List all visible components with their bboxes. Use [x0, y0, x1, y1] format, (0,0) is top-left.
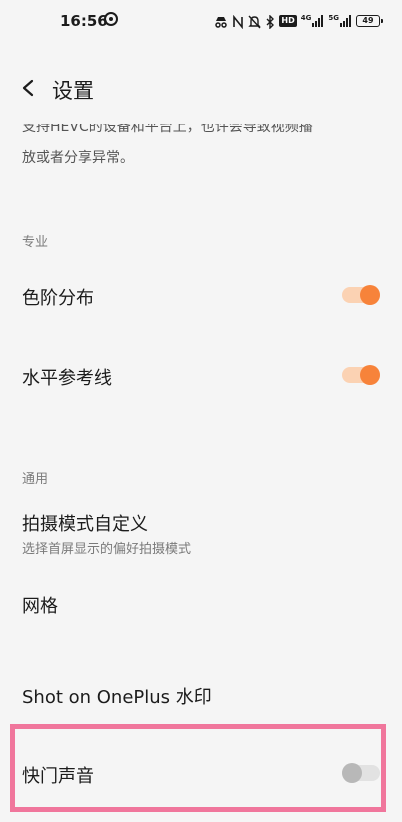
- page-title: 设置: [52, 79, 94, 103]
- description-line-1: 支持HEVC的设备和平台上，也许会导致视频播: [22, 124, 313, 135]
- top-app-bar: 设置: [0, 60, 402, 116]
- network-type-1: 4G: [300, 14, 312, 22]
- bluetooth-icon: [265, 14, 275, 30]
- histogram-toggle[interactable]: [342, 285, 380, 305]
- hevc-description: 支持HEVC的设备和平台上，也许会导致视频播 放或者分享异常。: [22, 124, 382, 170]
- battery-icon: 49: [356, 15, 383, 27]
- status-icons: HD 4G 5G 49: [214, 12, 383, 30]
- setting-title: 水平参考线: [22, 368, 112, 389]
- hd-voice-badge: HD: [279, 15, 297, 27]
- status-bar: 16:56 HD 4G 5G 49: [0, 0, 402, 44]
- mute-bell-icon: [248, 14, 262, 29]
- level-line-toggle[interactable]: [342, 365, 380, 385]
- status-time: 16:56: [60, 12, 108, 30]
- back-button[interactable]: [14, 74, 42, 102]
- signal-2-icon: 5G: [328, 15, 352, 27]
- description-line-2: 放或者分享异常。: [22, 150, 134, 166]
- setting-title: 网格: [22, 596, 58, 617]
- toggle-thumb: [360, 285, 380, 305]
- toggle-thumb: [360, 365, 380, 385]
- setting-subtitle: 选择首屏显示的偏好拍摄模式: [22, 542, 192, 557]
- highlight-overlay: [10, 724, 386, 812]
- setting-title: Shot on OnePlus 水印: [22, 687, 212, 708]
- chevron-left-icon: [22, 79, 34, 97]
- section-header-general: 通用: [22, 472, 49, 487]
- nfc-icon: [232, 14, 244, 30]
- signal-1-icon: 4G: [301, 15, 325, 27]
- setting-title: 色阶分布: [22, 288, 94, 309]
- setting-title: 拍摄模式自定义: [22, 514, 148, 535]
- network-type-2: 5G: [328, 14, 339, 22]
- notification-app-icon: [103, 11, 119, 27]
- section-header-pro: 专业: [22, 235, 49, 250]
- settings-screen: 16:56 HD 4G 5G 49 设置 支持HEVC的设备和平台上，也许会导致…: [0, 0, 402, 822]
- incognito-icon: [214, 14, 228, 28]
